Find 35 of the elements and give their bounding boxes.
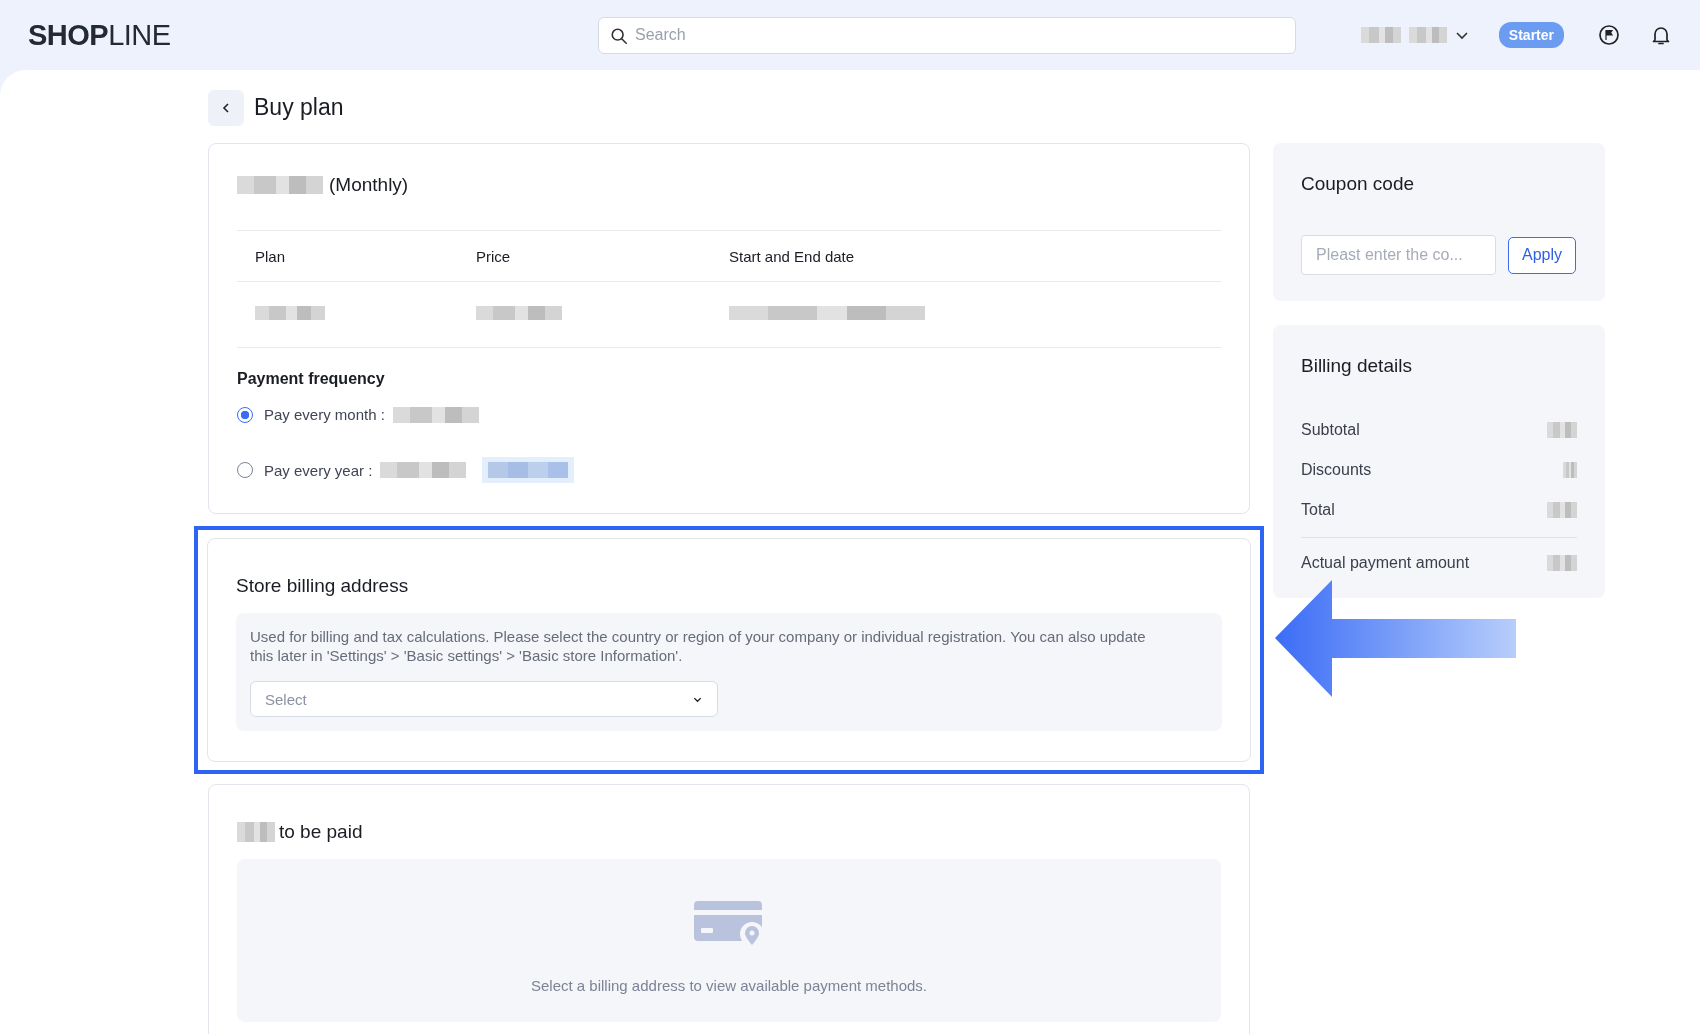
bell-icon[interactable] (1650, 24, 1672, 46)
billing-label: Total (1301, 501, 1335, 519)
column-header: Plan (255, 247, 287, 265)
redacted-text (1547, 422, 1577, 438)
redacted-text (1408, 27, 1447, 43)
card-location-icon (694, 901, 764, 947)
billing-label: Subtotal (1301, 421, 1360, 439)
redacted-text (255, 305, 325, 320)
coupon-field[interactable]: Pleast enter the co... (1301, 235, 1496, 275)
section-label: Payment frequency (237, 370, 386, 388)
card-title: Store billing address (236, 575, 410, 597)
radio-option[interactable]: Pay every year : (237, 457, 1221, 483)
column-header: Start and End date (729, 247, 856, 265)
chevron-left-icon (220, 101, 232, 114)
redacted-text (1547, 555, 1577, 571)
page-title: Buy plan (254, 94, 344, 121)
empty-state-text: Select a billing address to view available payment methods. (530, 977, 928, 994)
card-title: Billing details (1301, 355, 1413, 377)
card-title: Coupon code (1301, 173, 1416, 195)
radio-button[interactable] (237, 406, 253, 423)
billing-label: Discounts (1301, 461, 1372, 479)
redacted-text (237, 822, 275, 842)
column-header: Price (476, 247, 512, 265)
redacted-text (1360, 27, 1401, 43)
redacted-text (1547, 502, 1577, 518)
billing-label: Actual payment amount (1301, 554, 1470, 572)
logo[interactable]: SHOPLINE (28, 18, 598, 52)
radio-option[interactable]: Pay every month : (237, 406, 1221, 423)
flag-icon[interactable] (1598, 24, 1620, 46)
card-title: to be paid (279, 821, 363, 843)
search-field[interactable]: Search (598, 16, 1296, 54)
redacted-text (1563, 462, 1577, 478)
info-text: Used for billing and tax calculations. Please select the country or region of your company or individual registration. You can also update this later in 'Settings' > 'Basic settings' > 'Basic store Information'. (250, 627, 1147, 665)
apply-button[interactable]: Apply (1508, 236, 1577, 274)
plan-title: (Monthly) (329, 174, 409, 196)
